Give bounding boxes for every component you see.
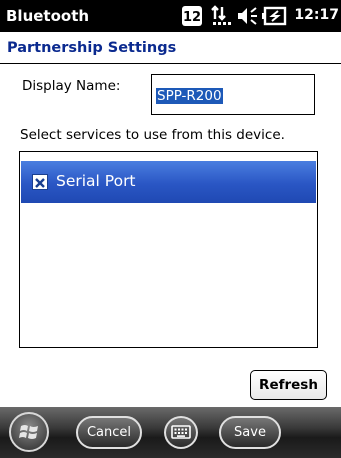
clock-time[interactable]: 12:17 [294, 7, 339, 23]
title-bar: Bluetooth 12 12:17 [0, 0, 341, 32]
serial-port-checkbox[interactable] [32, 174, 48, 190]
page-title: Partnership Settings [7, 40, 177, 56]
display-name-label: Display Name: [22, 78, 121, 94]
subtitle-divider [0, 63, 341, 64]
start-button[interactable] [9, 412, 49, 452]
svg-text:12: 12 [183, 10, 201, 25]
refresh-button[interactable]: Refresh [250, 370, 327, 400]
network-arrows-icon[interactable] [210, 5, 232, 31]
calendar-12-icon[interactable]: 12 [181, 5, 203, 31]
windows-logo-icon [19, 425, 38, 439]
services-label: Select services to use from this device. [20, 127, 285, 143]
display-name-field[interactable]: SPP-R200 [151, 74, 315, 115]
keyboard-button[interactable] [164, 416, 198, 449]
save-button[interactable]: Save [219, 416, 281, 449]
softkey-bar: Cancel Save [0, 407, 341, 458]
cancel-button[interactable]: Cancel [76, 416, 142, 449]
battery-charging-icon[interactable] [262, 5, 288, 31]
service-item-serial-port[interactable]: Serial Port [21, 161, 316, 203]
display-name-value[interactable]: SPP-R200 [156, 88, 223, 104]
services-list[interactable]: Serial Port [19, 151, 318, 348]
volume-icon[interactable] [236, 5, 258, 31]
keyboard-icon [171, 425, 191, 439]
service-label: Serial Port [56, 172, 136, 190]
app-title: Bluetooth [6, 7, 90, 25]
